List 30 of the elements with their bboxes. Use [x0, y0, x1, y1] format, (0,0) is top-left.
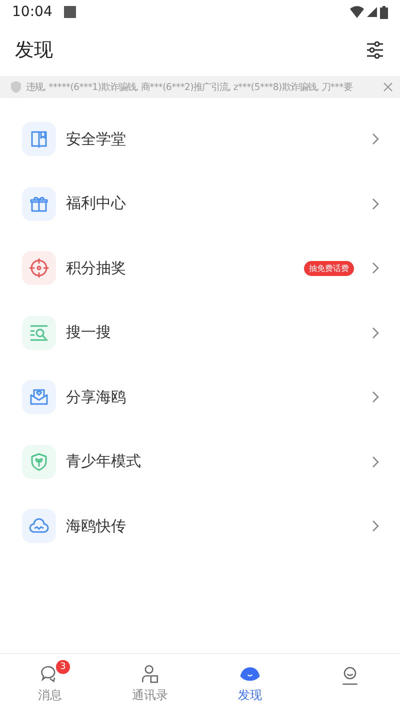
chevron-icon	[370, 391, 380, 404]
target-icon	[27, 256, 51, 280]
promo-badge: 抽免费话费	[304, 260, 354, 276]
chevron-icon	[370, 520, 380, 532]
chevron-icon	[370, 262, 380, 274]
signal-icon	[367, 7, 377, 17]
menu-item[interactable]: 海鸥快传	[66, 516, 360, 536]
menu-item[interactable]: 青少年模式	[66, 452, 360, 472]
notice-text: 违规, *****(6***1)欺诈骗钱, 商***(6***2)推广引流, z***(5***8)欺诈骗钱, 刀***要	[26, 80, 354, 94]
menu-item[interactable]: 安全学堂	[66, 130, 360, 149]
settings-icon[interactable]	[365, 40, 385, 60]
close-icon[interactable]	[382, 81, 394, 93]
shield-icon	[10, 81, 22, 93]
status-time: 10:04	[12, 4, 52, 20]
menu-item[interactable]: 搜一搜	[66, 323, 360, 342]
menu-item[interactable]: 福利中心	[66, 194, 360, 214]
chevron-icon	[370, 133, 380, 146]
menu-item[interactable]: 分享海鸥	[66, 388, 360, 407]
notification-icon	[64, 6, 76, 18]
chevron-icon	[370, 456, 380, 468]
wifi-icon	[350, 6, 364, 18]
unread-badge: 3	[56, 660, 70, 674]
page-title: 发现	[15, 38, 53, 63]
battery-icon	[380, 6, 388, 18]
nav-tab[interactable]: 通讯录	[100, 654, 200, 712]
nav-tab[interactable]: 发现	[200, 654, 300, 712]
chevron-icon	[370, 198, 380, 210]
nav-tab[interactable]: 消息 3	[0, 654, 100, 712]
chevron-icon	[370, 326, 380, 339]
menu-item[interactable]: 积分抽奖	[66, 258, 294, 278]
